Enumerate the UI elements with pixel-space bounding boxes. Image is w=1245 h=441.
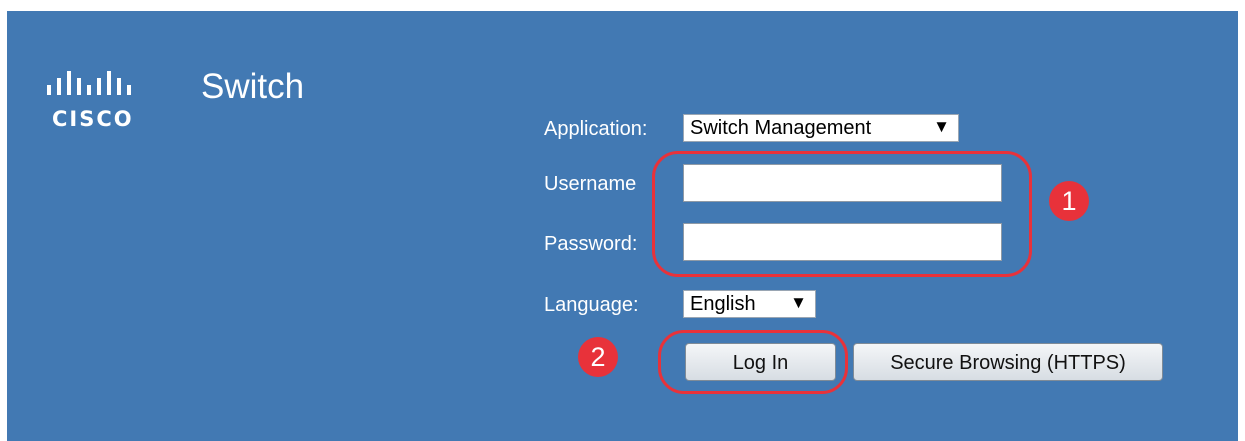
password-label: Password:	[544, 233, 638, 255]
highlight-login	[658, 330, 848, 394]
product-title: Switch	[201, 67, 305, 106]
language-label: Language:	[544, 294, 639, 316]
highlight-credentials	[652, 151, 1032, 277]
secure-browsing-button[interactable]: Secure Browsing (HTTPS)	[853, 343, 1163, 381]
application-select-value: Switch Management	[690, 117, 872, 139]
username-label: Username	[544, 173, 637, 195]
language-select-value: English	[690, 293, 756, 315]
triangle-down-icon: ▼	[933, 117, 950, 136]
login-page: CISCO Switch Application: Switch Managem…	[7, 11, 1238, 441]
language-select[interactable]: English ▼	[683, 290, 816, 318]
cisco-logo-bars-icon	[47, 71, 131, 95]
application-select[interactable]: Switch Management ▼	[683, 114, 959, 142]
cisco-wordmark: CISCO	[52, 107, 134, 131]
triangle-down-icon: ▼	[790, 293, 807, 312]
step-2-badge: 2	[578, 337, 618, 377]
application-label: Application:	[544, 118, 648, 140]
step-1-badge: 1	[1049, 181, 1089, 221]
cisco-logo: CISCO	[45, 71, 140, 131]
